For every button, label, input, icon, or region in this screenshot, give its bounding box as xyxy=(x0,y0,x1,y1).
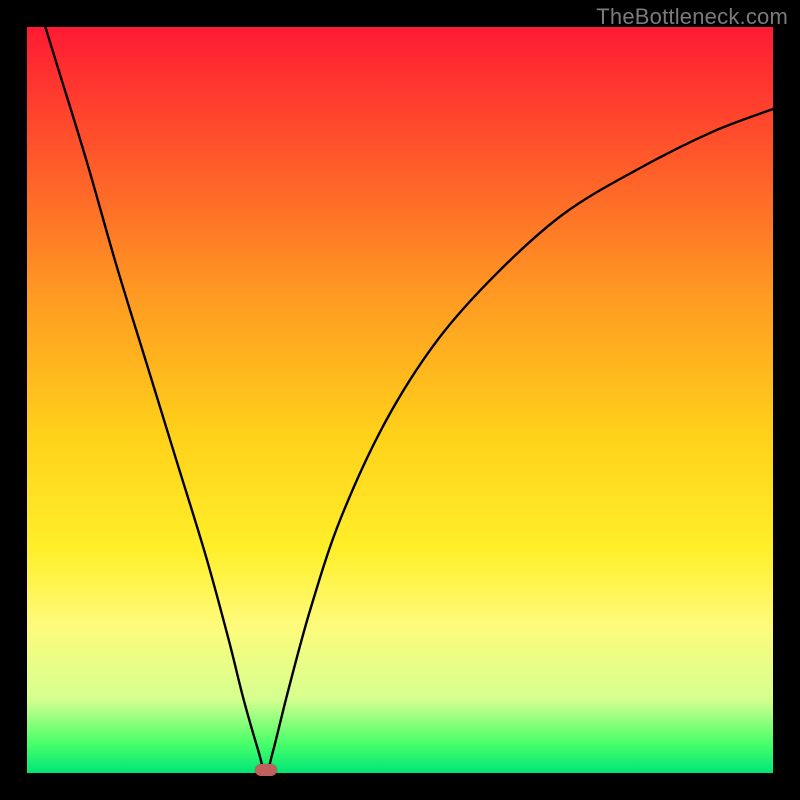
watermark-text: TheBottleneck.com xyxy=(596,4,788,30)
chart-frame: TheBottleneck.com xyxy=(0,0,800,800)
minimum-marker xyxy=(255,764,277,776)
curve-svg xyxy=(27,27,773,773)
bottleneck-curve xyxy=(27,0,773,773)
plot-area xyxy=(27,27,773,773)
